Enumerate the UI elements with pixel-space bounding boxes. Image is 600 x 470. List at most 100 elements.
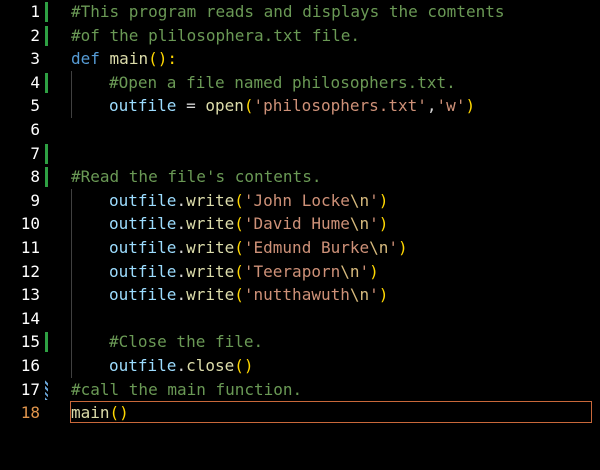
code-token: . <box>176 285 187 305</box>
code-line[interactable]: 16 outfile.close() <box>0 354 600 378</box>
code-line[interactable]: 15 #Close the file. <box>0 330 600 354</box>
code-token: outfile <box>109 214 177 234</box>
code-token: #of the plilosophera.txt file. <box>71 25 360 45</box>
code-token: 'David Hume <box>243 214 350 234</box>
code-token: ( <box>234 190 244 210</box>
line-number: 7 <box>30 143 40 163</box>
line-number: 14 <box>20 308 40 328</box>
code-token: 'John Locke <box>243 190 350 210</box>
code-token: write <box>186 285 235 305</box>
code-token: outfile <box>109 190 177 210</box>
code-token: (): <box>148 49 177 69</box>
indent-guide <box>71 70 72 95</box>
modified-line-marker <box>45 25 48 46</box>
code-token: ( <box>234 261 244 281</box>
code-token: outfile <box>109 285 177 305</box>
code-token: outfile <box>109 261 177 281</box>
code-token: ) <box>378 214 389 234</box>
indent-guide <box>71 94 72 118</box>
code-token: ' <box>359 261 370 281</box>
code-line[interactable]: 12 outfile.write('Teeraporn\n') <box>0 259 600 284</box>
line-number: 10 <box>20 214 40 234</box>
code-token: #Read the file's contents. <box>71 167 322 187</box>
code-text[interactable]: outfile.write('David Hume\n') <box>109 212 388 236</box>
code-token: #This program reads and displays the com… <box>71 2 505 21</box>
code-token: . <box>176 214 187 234</box>
code-token: #call the main function. <box>71 379 303 399</box>
code-text[interactable]: outfile.write('Edmund Burke\n') <box>109 236 408 260</box>
code-line[interactable]: 14 <box>0 306 600 331</box>
line-number: 11 <box>20 238 40 257</box>
code-token: def <box>71 49 100 69</box>
code-token: . <box>176 261 187 281</box>
code-editor[interactable]: 1 #This program reads and displays the co… <box>0 0 600 470</box>
code-token: ) <box>378 190 389 210</box>
code-text[interactable]: #This program reads and displays the com… <box>71 0 504 24</box>
code-token: outfile <box>109 356 177 375</box>
code-token: ) <box>369 261 379 281</box>
code-text[interactable]: outfile = open('philosophers.txt','w') <box>109 94 475 118</box>
code-line[interactable]: 10 outfile.write('David Hume\n') <box>0 212 600 236</box>
code-text[interactable]: def main(): <box>71 47 177 71</box>
code-line[interactable]: 5 outfile = open('philosophers.txt','w') <box>0 94 600 118</box>
code-token: = <box>176 96 206 116</box>
indent-guide <box>71 354 72 378</box>
code-line[interactable]: 3 def main(): <box>0 47 600 71</box>
code-token: outfile <box>109 96 177 116</box>
code-token: write <box>186 238 235 257</box>
modified-line-marker <box>45 2 48 22</box>
code-line[interactable]: 13 outfile.write('nutthawuth\n') <box>0 283 600 307</box>
code-line[interactable]: 9 outfile.write('John Locke\n') <box>0 188 600 213</box>
code-text[interactable]: main() <box>71 401 129 425</box>
indent-guide <box>71 330 72 354</box>
line-number: 12 <box>20 261 40 281</box>
code-line[interactable]: 18 main() <box>0 401 600 425</box>
code-token: ( <box>234 238 244 257</box>
code-text[interactable]: outfile.write('Teeraporn\n') <box>109 260 379 284</box>
line-number: 2 <box>30 25 40 45</box>
code-text[interactable]: #Read the file's contents. <box>71 165 321 189</box>
code-text[interactable]: #call the main function. <box>71 378 302 402</box>
code-token: ' <box>369 214 379 234</box>
code-line[interactable]: 4 #Open a file named philosophers.txt. <box>0 70 600 95</box>
code-line[interactable]: 7 <box>0 142 600 166</box>
code-token: write <box>186 190 235 210</box>
code-line[interactable]: 11 outfile.write('Edmund Burke\n') <box>0 236 600 260</box>
indent-guide <box>71 236 72 260</box>
code-token: 'Teeraporn <box>243 261 341 281</box>
code-token: . <box>176 238 187 257</box>
line-number: 8 <box>30 167 40 187</box>
code-token: 'philosophers.txt' <box>253 96 427 116</box>
code-text[interactable]: #Open a file named philosophers.txt. <box>109 71 456 95</box>
code-line[interactable]: 8 #Read the file's contents. <box>0 165 600 189</box>
code-token: ' <box>369 190 379 210</box>
line-number: 15 <box>20 332 40 352</box>
code-line[interactable]: 17 #call the main function. <box>0 378 600 402</box>
code-token: . <box>176 356 187 375</box>
code-line[interactable]: 6 <box>0 118 600 142</box>
code-token: ) <box>378 285 389 305</box>
code-token: #Open a file named philosophers.txt. <box>109 72 456 92</box>
code-text[interactable]: #of the plilosophera.txt file. <box>71 24 360 48</box>
code-token: () <box>109 403 129 423</box>
indent-guide <box>71 212 72 236</box>
indent-guide <box>71 283 72 307</box>
line-number: 13 <box>20 285 40 305</box>
code-token: ) <box>465 96 476 116</box>
code-token: write <box>186 214 235 234</box>
code-text[interactable]: #Close the file. <box>109 330 263 354</box>
indent-guide <box>71 306 72 331</box>
code-line[interactable]: 2 #of the plilosophera.txt file. <box>0 24 600 48</box>
line-number: 18 <box>20 403 40 423</box>
line-number: 4 <box>30 72 40 92</box>
code-text[interactable]: outfile.write('John Locke\n') <box>109 189 388 213</box>
code-token: \n <box>349 190 370 210</box>
code-token: ( <box>243 96 254 116</box>
code-line[interactable]: 1 #This program reads and displays the co… <box>0 0 600 24</box>
code-token: 'w' <box>436 96 466 116</box>
code-text[interactable]: outfile.close() <box>109 354 254 378</box>
line-number: 17 <box>20 379 40 399</box>
code-text[interactable]: outfile.write('nutthawuth\n') <box>109 283 388 307</box>
code-token: write <box>186 261 235 281</box>
